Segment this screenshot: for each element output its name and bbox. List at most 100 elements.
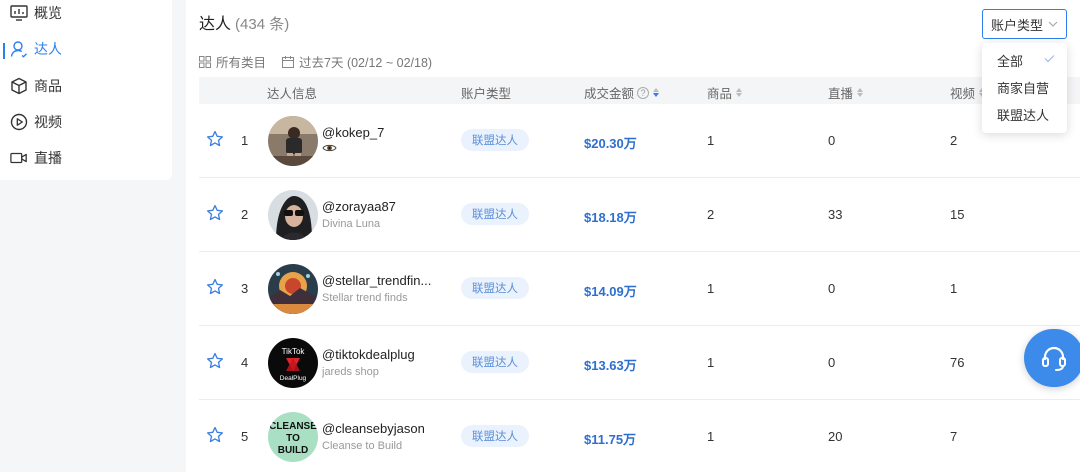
column-header-creator: 达人信息 [267, 83, 317, 102]
creator-handle[interactable]: @stellar_trendfin... [322, 273, 431, 288]
live-count: 0 [828, 355, 836, 370]
grid-icon [199, 55, 211, 68]
video-count: 15 [950, 207, 965, 222]
gmv-value: $13.63万 [584, 358, 637, 373]
dropdown-option-label: 联盟达人 [997, 108, 1050, 123]
active-indicator [3, 43, 5, 59]
check-icon [1044, 55, 1055, 63]
sidebar-item-products[interactable]: 商品 [0, 71, 172, 101]
gmv-value: $11.75万 [584, 432, 637, 447]
sort-icon[interactable] [736, 88, 743, 97]
account-type-badge: 联盟达人 [461, 129, 529, 151]
creator-handle[interactable]: @tiktokdealplug [322, 347, 415, 362]
page-title: 达人 (434 条) [199, 10, 289, 34]
account-type-dropdown: 全部 商家自营 联盟达人 [982, 43, 1067, 133]
column-header-label: 账户类型 [461, 87, 512, 101]
overview-icon [10, 4, 28, 22]
avatar[interactable] [268, 190, 318, 240]
dropdown-option-all[interactable]: 全部 [982, 47, 1067, 74]
star-icon[interactable] [206, 352, 224, 370]
avatar-logo-text: TO [286, 433, 300, 444]
video-count: 1 [950, 281, 958, 296]
star-icon[interactable] [206, 278, 224, 296]
sidebar-item-videos[interactable]: 视频 [0, 107, 172, 137]
creator-display-name: Cleanse to Build [322, 440, 403, 452]
avatar-logo-text: CLEANSE [269, 421, 317, 432]
column-header-gmv[interactable]: 成交金额 ? [584, 83, 660, 102]
gmv-value: $14.09万 [584, 284, 637, 299]
star-icon[interactable] [206, 426, 224, 444]
sidebar-item-label: 视频 [34, 114, 62, 130]
column-header-video[interactable]: 视频 [950, 83, 986, 102]
eye-emoji-icon [322, 144, 337, 152]
star-icon[interactable] [206, 130, 224, 148]
column-header-live[interactable]: 直播 [828, 83, 864, 102]
sidebar-item-overview[interactable]: 概览 [0, 0, 172, 28]
sidebar-item-label: 商品 [34, 78, 62, 94]
video-play-icon [10, 113, 28, 131]
date-range-filter[interactable]: 过去7天 (02/12 ~ 02/18) [282, 52, 432, 71]
rank: 3 [241, 281, 249, 296]
account-type-select[interactable]: 账户类型 [982, 9, 1067, 39]
rank: 5 [241, 429, 249, 444]
star-icon[interactable] [206, 204, 224, 222]
creator-display-name: jareds shop [322, 366, 379, 378]
live-count: 0 [828, 133, 836, 148]
sort-icon[interactable] [857, 88, 864, 97]
sidebar-item-live[interactable]: 直播 [0, 143, 172, 173]
date-range-label: 过去7天 (02/12 ~ 02/18) [299, 56, 433, 70]
creator-handle[interactable]: @zorayaa87 [322, 199, 396, 214]
creator-icon [10, 40, 28, 58]
table-row[interactable]: 4 TikTok DealPlug @tiktokdealplug jareds … [199, 326, 1080, 400]
live-camera-icon [10, 149, 28, 167]
creator-display-name: Divina Luna [322, 218, 381, 230]
help-icon[interactable]: ? [637, 86, 650, 99]
product-box-icon [10, 77, 28, 95]
calendar-icon [282, 55, 295, 68]
table-row[interactable]: 1 @kokep_7 联盟达人 $20.30万 1 0 2 [199, 104, 1080, 178]
customer-support-button[interactable] [1024, 329, 1080, 387]
creator-handle[interactable]: @kokep_7 [322, 125, 384, 140]
products-count: 1 [707, 133, 715, 148]
avatar[interactable]: TikTok DealPlug [268, 338, 318, 388]
creator-handle[interactable]: @cleansebyjason [322, 421, 425, 436]
page-title-text: 达人 [199, 16, 232, 33]
products-count: 1 [707, 429, 715, 444]
products-count: 2 [707, 207, 715, 222]
sort-icon[interactable] [653, 88, 660, 97]
account-type-select-label: 账户类型 [991, 17, 1044, 33]
table-row[interactable]: 3 @stellar_trendfin... Stellar trend fin… [199, 252, 1080, 326]
table-row[interactable]: 5 CLEANSE TO BUILD @cleansebyjason Cleanse… [199, 400, 1080, 472]
avatar[interactable]: CLEANSE TO BUILD [268, 412, 318, 462]
live-count: 20 [828, 429, 843, 444]
avatar[interactable] [268, 116, 318, 166]
rank: 1 [241, 133, 249, 148]
gmv-value: $18.18万 [584, 210, 637, 225]
products-count: 1 [707, 281, 715, 296]
column-header-label: 视频 [950, 87, 976, 101]
table-header: 达人信息 账户类型 成交金额 ? 商品 直播 视频 [199, 77, 1080, 104]
category-filter[interactable]: 所有类目 [199, 52, 266, 71]
sidebar-item-creators[interactable]: 达人 [0, 34, 172, 64]
dropdown-option-merchant[interactable]: 商家自营 [982, 74, 1067, 101]
headset-icon [1042, 346, 1066, 371]
avatar[interactable] [268, 264, 318, 314]
account-type-badge: 联盟达人 [461, 351, 529, 373]
filter-bar: 所有类目 过去7天 (02/12 ~ 02/18) [199, 52, 448, 71]
table-row[interactable]: 2 @zorayaa87 Divina Luna 联盟达人 $18.18万 2 … [199, 178, 1080, 252]
sidebar-item-label: 直播 [34, 150, 62, 166]
account-type-badge: 联盟达人 [461, 277, 529, 299]
dropdown-option-affiliate[interactable]: 联盟达人 [982, 101, 1067, 128]
main-panel: 达人 (434 条) 所有类目 过去7天 (02/12 ~ 02/18) 账户类型… [186, 0, 1080, 472]
dropdown-option-label: 商家自营 [997, 81, 1050, 96]
creator-display-name: Stellar trend finds [322, 292, 408, 304]
sidebar: 概览 达人 商品 视频 直播 [0, 0, 172, 180]
avatar-logo-text: BUILD [278, 445, 309, 456]
column-header-products[interactable]: 商品 [707, 83, 743, 102]
category-filter-label: 所有类目 [216, 56, 267, 70]
rank: 2 [241, 207, 249, 222]
dropdown-option-label: 全部 [997, 54, 1024, 69]
video-count: 76 [950, 355, 965, 370]
rank: 4 [241, 355, 249, 370]
sidebar-item-label: 概览 [34, 5, 62, 21]
